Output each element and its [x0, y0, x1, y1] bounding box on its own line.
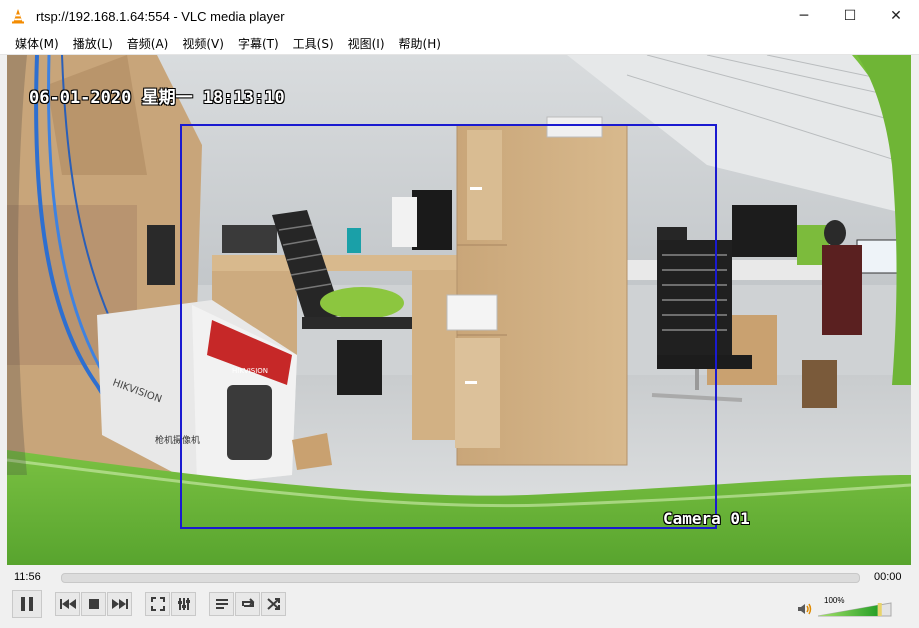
elapsed-time[interactable]: 11:56: [14, 571, 41, 583]
control-bar: 11:56 00:00 100%: [0, 566, 919, 628]
pause-icon: [21, 597, 33, 611]
close-button[interactable]: ✕: [873, 0, 919, 32]
next-button[interactable]: [107, 592, 132, 616]
menu-video[interactable]: 视频(V): [175, 35, 231, 52]
extended-settings-button[interactable]: [171, 592, 196, 616]
menu-media[interactable]: 媒体(M): [8, 35, 66, 52]
menu-bar: 媒体(M) 播放(L) 音频(A) 视频(V) 字幕(T) 工具(S) 视图(I…: [0, 32, 919, 55]
minimize-button[interactable]: ─: [781, 0, 827, 32]
random-button[interactable]: [261, 592, 286, 616]
menu-subtitle[interactable]: 字幕(T): [231, 35, 286, 52]
menu-help[interactable]: 帮助(H): [392, 35, 448, 52]
maximize-icon: ☐: [843, 8, 857, 24]
volume-slider[interactable]: [818, 595, 892, 617]
menu-playback[interactable]: 播放(L): [66, 35, 120, 52]
maximize-button[interactable]: ☐: [827, 0, 873, 32]
playlist-icon: [215, 599, 228, 609]
stop-icon: [88, 599, 99, 609]
pause-button[interactable]: [12, 590, 42, 618]
menu-tools[interactable]: 工具(S): [286, 35, 341, 52]
fullscreen-button[interactable]: [145, 592, 170, 616]
menu-audio[interactable]: 音频(A): [120, 35, 176, 52]
fullscreen-icon: [150, 597, 165, 611]
menu-view[interactable]: 视图(I): [341, 35, 392, 52]
remaining-time[interactable]: 00:00: [874, 571, 902, 583]
minimize-icon: ─: [799, 8, 809, 24]
box-description-label: 枪机摄像机: [155, 434, 200, 446]
previous-icon: [59, 599, 76, 609]
random-icon: [266, 598, 280, 610]
next-icon: [111, 599, 128, 609]
loop-icon: [241, 598, 254, 607]
speaker-icon[interactable]: [797, 602, 813, 616]
video-frame: HIKVISION HIKVISION 枪机摄像机: [7, 55, 911, 565]
title-bar[interactable]: rtsp://192.168.1.64:554 - VLC media play…: [0, 0, 919, 32]
osd-camera-name: Camera 01: [663, 509, 750, 528]
loop-button[interactable]: [235, 592, 260, 616]
video-display[interactable]: HIKVISION HIKVISION 枪机摄像机 06-01-2020 星期一…: [7, 55, 911, 565]
vlc-cone-icon: [12, 9, 24, 24]
previous-button[interactable]: [55, 592, 80, 616]
stop-button[interactable]: [81, 592, 106, 616]
extended-settings-icon: [177, 598, 190, 610]
box-brand-label-2: HIKVISION: [232, 367, 268, 375]
seek-slider[interactable]: [61, 573, 860, 583]
close-icon: ✕: [890, 8, 902, 24]
osd-timestamp: 06-01-2020 星期一 18:13:10: [29, 88, 285, 108]
window-title: rtsp://192.168.1.64:554 - VLC media play…: [36, 8, 285, 24]
playlist-button[interactable]: [209, 592, 234, 616]
